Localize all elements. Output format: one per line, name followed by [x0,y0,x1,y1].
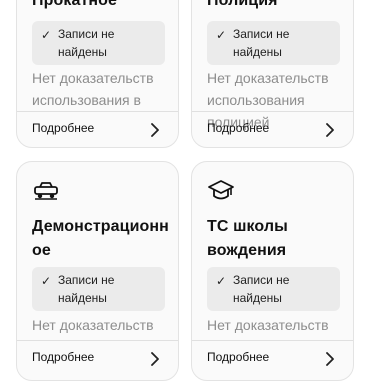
chevron-right-icon [326,123,334,137]
card-rental: Прокатное ✓ Записи не найдены Нет доказа… [16,0,179,148]
card-title: ТС школы вождения [207,218,288,259]
more-link-label: Подробнее [207,350,270,364]
more-link[interactable]: Подробнее [17,341,178,379]
more-link[interactable]: Подробнее [192,341,353,379]
more-link[interactable]: Подробнее [17,112,178,147]
chevron-right-icon [151,352,159,366]
status-badge: ✓ Записи не найдены [207,21,340,65]
card-title: Прокатное [32,0,118,9]
check-icon: ✓ [41,28,52,42]
card-description: Нет доказательств [32,317,154,333]
chevron-right-icon [151,123,159,137]
more-link-label: Подробнее [32,350,95,364]
check-icon: ✓ [216,274,227,288]
check-icon: ✓ [216,28,227,42]
status-badge-text: Записи не найдены [58,273,115,305]
graduation-cap-icon [208,180,234,200]
check-icon: ✓ [41,274,52,288]
card-police: Полиция ✓ Записи не найдены Нет доказате… [191,0,354,148]
more-link-label: Подробнее [207,121,270,135]
status-badge-text: Записи не найдены [58,27,115,59]
more-link-label: Подробнее [32,121,95,135]
status-badge-text: Записи не найдены [233,27,290,59]
card-demo: Демонстрационн ое ✓ Записи не найдены Не… [16,161,179,381]
more-link[interactable]: Подробнее [192,112,353,147]
status-badge: ✓ Записи не найдены [32,267,165,311]
card-driving-school: ТС школы вождения ✓ Записи не найдены Не… [191,161,354,381]
card-title: Полиция [207,0,278,9]
car-icon [34,182,58,200]
card-description: Нет доказательств [207,317,329,333]
status-badge-text: Записи не найдены [233,273,290,305]
card-title: Демонстрационн ое [32,218,169,259]
status-badge: ✓ Записи не найдены [207,267,340,311]
card-description: Нет доказательств использования в [32,70,154,108]
status-badge: ✓ Записи не найдены [32,21,165,65]
chevron-right-icon [326,352,334,366]
